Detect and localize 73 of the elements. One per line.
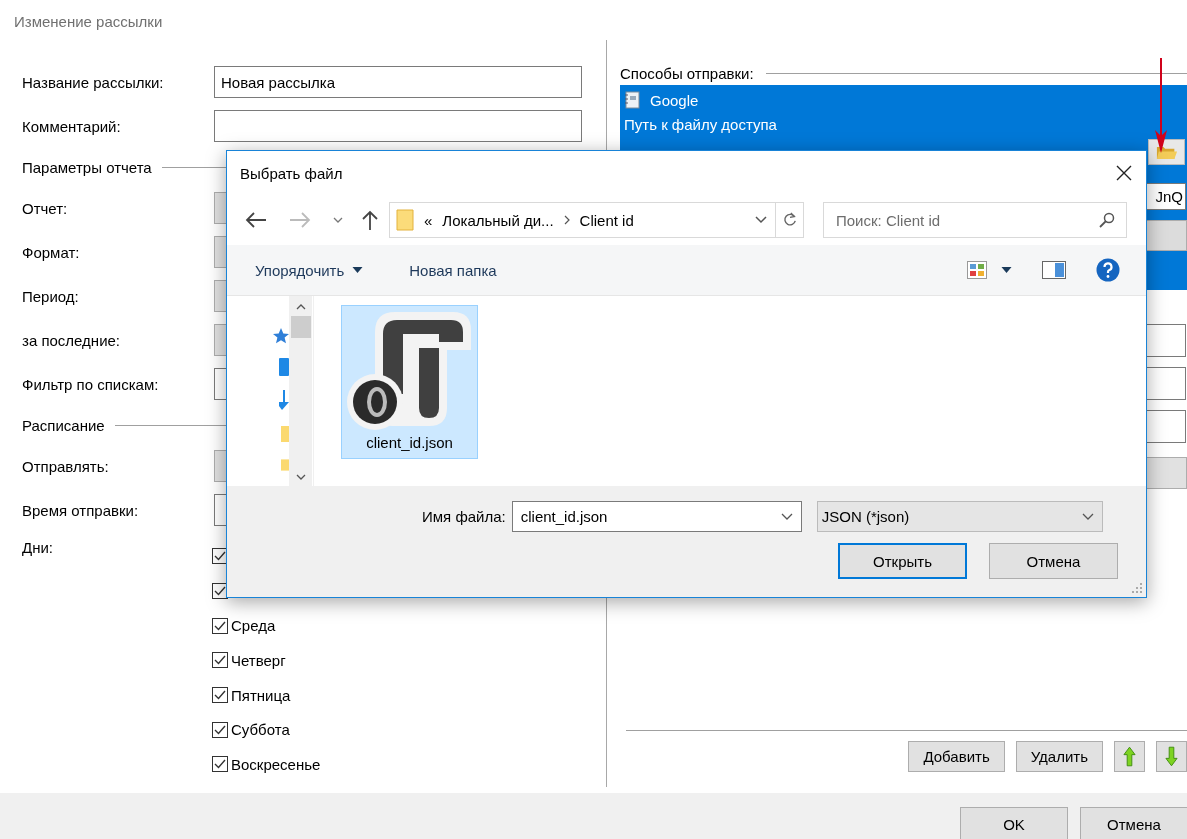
field-label: Фильтр по спискам: bbox=[22, 375, 160, 393]
caret-icon[interactable] bbox=[780, 512, 793, 521]
caret-icon[interactable] bbox=[1001, 267, 1012, 273]
search-icon bbox=[1099, 212, 1115, 228]
checkbox[interactable] bbox=[212, 617, 228, 634]
close-icon[interactable] bbox=[1116, 165, 1132, 181]
field-label: Путь к файлу доступа bbox=[624, 116, 778, 135]
chevron-icon bbox=[563, 215, 570, 225]
field-label: Дни: bbox=[22, 539, 54, 556]
field-label: Формат: bbox=[22, 243, 81, 261]
section-title: Расписание bbox=[22, 416, 105, 434]
action-button[interactable]: Добавить bbox=[908, 741, 1005, 772]
window-title: Изменение рассылки bbox=[13, 12, 164, 32]
dialog-button[interactable]: Отмена bbox=[1080, 807, 1187, 839]
checkbox[interactable] bbox=[212, 756, 228, 773]
section-title: Параметры отчета bbox=[22, 158, 152, 176]
preview-pane-icon[interactable] bbox=[1042, 261, 1066, 279]
view-options-icon[interactable] bbox=[967, 261, 987, 279]
file-name: client_id.json bbox=[366, 434, 453, 451]
search-field[interactable]: Поиск: Client id bbox=[823, 202, 1127, 238]
field-label: Комментарий: bbox=[22, 117, 122, 135]
method-name: Google bbox=[650, 91, 699, 109]
scrollbar[interactable] bbox=[289, 296, 312, 486]
toolbar-button[interactable]: Новая папка bbox=[409, 261, 497, 279]
chevron-down-icon[interactable] bbox=[295, 474, 306, 480]
address-bar[interactable]: « Локальный ди... Client id bbox=[389, 202, 776, 238]
file-item[interactable]: client_id.json bbox=[341, 305, 478, 459]
arrow-icon[interactable] bbox=[279, 390, 289, 410]
text-field[interactable] bbox=[214, 110, 582, 142]
help-icon[interactable] bbox=[1096, 258, 1120, 282]
chevron-up-icon[interactable] bbox=[295, 304, 306, 310]
down-arrow-icon bbox=[1165, 746, 1178, 767]
checkbox[interactable] bbox=[212, 652, 228, 669]
browse-button[interactable] bbox=[1148, 139, 1185, 165]
checkbox[interactable] bbox=[212, 721, 228, 738]
section-title: Способы отправки: bbox=[620, 64, 754, 82]
text-field[interactable]: Новая рассылка bbox=[214, 66, 582, 98]
checkbox-label: Среда bbox=[231, 617, 276, 635]
breadcrumb-item[interactable]: Локальный ди... bbox=[442, 211, 554, 229]
field-label: Название рассылки: bbox=[22, 73, 165, 91]
field-label: Отчет: bbox=[22, 199, 69, 217]
field-label: Время отправки: bbox=[22, 501, 140, 519]
file-type-dropdown[interactable]: JSON (*json) bbox=[816, 501, 1103, 532]
folder-icon bbox=[396, 209, 414, 231]
back-arrow-icon[interactable] bbox=[245, 211, 267, 229]
field-label: Отправлять: bbox=[22, 457, 110, 475]
toolbar-button[interactable]: Упорядочить bbox=[255, 261, 364, 279]
filename-field[interactable]: client_id.json bbox=[511, 501, 802, 532]
refresh-icon bbox=[782, 212, 797, 228]
dialog-title: Выбрать файл bbox=[240, 164, 343, 182]
dialog-button[interactable]: OK bbox=[960, 807, 1068, 839]
caret-icon bbox=[1081, 512, 1094, 521]
up-arrow-icon[interactable] bbox=[361, 210, 379, 230]
notebook-icon bbox=[624, 91, 640, 109]
caret-icon[interactable] bbox=[755, 216, 767, 224]
refresh-button[interactable] bbox=[776, 202, 804, 238]
checkbox[interactable] bbox=[212, 687, 228, 704]
scroll-thumb[interactable] bbox=[290, 316, 311, 338]
up-arrow-icon bbox=[1123, 746, 1136, 767]
breadcrumb-overflow[interactable]: « bbox=[424, 211, 433, 229]
checkbox-label: Четверг bbox=[231, 651, 286, 669]
dialog-button[interactable]: Открыть bbox=[838, 543, 967, 579]
field-label: Период: bbox=[22, 287, 80, 305]
star-icon[interactable] bbox=[271, 328, 289, 344]
resize-grip-icon[interactable] bbox=[1132, 583, 1142, 593]
breadcrumb-item[interactable]: Client id bbox=[579, 211, 634, 229]
field-label: Имя файла: bbox=[422, 508, 506, 525]
dialog-button[interactable]: Отмена bbox=[989, 543, 1118, 579]
field-label: за последние: bbox=[22, 331, 122, 349]
action-button[interactable]: Удалить bbox=[1015, 741, 1103, 772]
checkbox-label: Пятница bbox=[231, 686, 291, 704]
checkbox-label: Воскресенье bbox=[231, 755, 321, 773]
checkbox-label: Суббота bbox=[231, 721, 290, 739]
